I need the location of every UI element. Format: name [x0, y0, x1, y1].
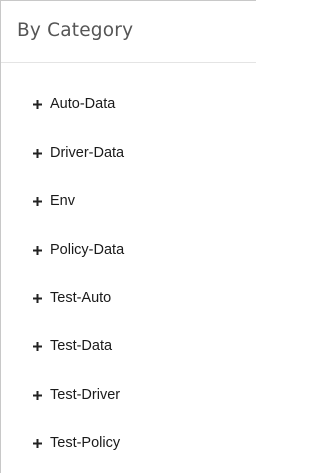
tree-item-label[interactable]: Env [50, 193, 75, 209]
tree-item-label[interactable]: Driver-Data [50, 145, 124, 161]
plus-icon[interactable] [32, 390, 43, 401]
plus-icon[interactable] [32, 341, 43, 352]
plus-icon[interactable] [32, 148, 43, 159]
panel-header: By Category [1, 1, 256, 63]
tree-item-label[interactable]: Test-Data [50, 338, 112, 354]
tree-item-label[interactable]: Test-Driver [50, 387, 120, 403]
plus-icon[interactable] [32, 245, 43, 256]
plus-icon[interactable] [32, 99, 43, 110]
tree-item-label[interactable]: Policy-Data [50, 242, 124, 258]
tree-item-test-auto[interactable]: Test-Auto [1, 287, 241, 311]
panel-title: By Category [17, 20, 134, 41]
tree-item-auto-data[interactable]: Auto-Data [1, 93, 241, 117]
tree-item-test-driver[interactable]: Test-Driver [1, 384, 241, 408]
tree-item-label[interactable]: Test-Auto [50, 290, 111, 306]
tree-item-label[interactable]: Test-Policy [50, 435, 120, 451]
category-panel: By Category Auto-Data Driver-Data Env Po… [0, 0, 256, 473]
tree-item-test-data[interactable]: Test-Data [1, 335, 241, 359]
tree-item-test-policy[interactable]: Test-Policy [1, 432, 241, 456]
plus-icon[interactable] [32, 438, 43, 449]
tree-item-policy-data[interactable]: Policy-Data [1, 239, 241, 263]
plus-icon[interactable] [32, 293, 43, 304]
plus-icon[interactable] [32, 196, 43, 207]
tree-item-env[interactable]: Env [1, 190, 241, 214]
tree-item-driver-data[interactable]: Driver-Data [1, 142, 241, 166]
tree-item-label[interactable]: Auto-Data [50, 96, 115, 112]
